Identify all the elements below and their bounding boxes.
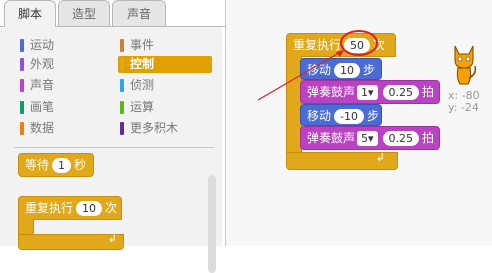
annotation-arrowhead	[336, 50, 344, 57]
annotation-arrow-line	[257, 49, 345, 101]
palette-repeat-foot: ↲	[18, 232, 124, 250]
category-swatch	[20, 58, 24, 71]
category-control[interactable]: 控制	[118, 56, 212, 73]
category-operators[interactable]: 运算	[118, 99, 212, 116]
category-swatch	[120, 101, 124, 114]
category-label: 更多积木	[130, 121, 179, 135]
block-unit: 秒	[74, 158, 87, 172]
category-label: 侦测	[130, 78, 155, 92]
tab-costumes[interactable]: 造型	[58, 0, 110, 26]
palette-repeat-arm	[18, 219, 34, 235]
sprite-cat-icon[interactable]	[449, 40, 479, 86]
annotation-overlay	[257, 30, 378, 101]
category-sound[interactable]: 声音	[18, 77, 108, 94]
category-swatch	[20, 101, 24, 114]
tab-scripts[interactable]: 脚本	[4, 0, 56, 27]
category-label: 运算	[130, 100, 155, 114]
category-label: 运动	[30, 38, 55, 52]
script-area[interactable]: 重复执行 50 次 ↲ 移动 10 步 弹奏鼓声 1▾ 0.25 拍 移动 -10 步 弹奏鼓声 5…	[225, 0, 492, 246]
tab-sounds[interactable]: 声音	[112, 0, 166, 26]
category-pen[interactable]: 画笔	[18, 99, 108, 116]
block-unit: 次	[105, 201, 118, 215]
category-label: 声音	[30, 78, 55, 92]
category-swatch	[20, 122, 24, 135]
category-motion[interactable]: 运动	[18, 37, 108, 54]
palette-repeat-block[interactable]: 重复执行 10 次	[18, 196, 122, 220]
category-label: 事件	[130, 38, 155, 52]
category-looks[interactable]: 外观	[18, 56, 108, 73]
category-swatch	[120, 122, 124, 135]
category-swatch	[120, 39, 124, 52]
category-swatch	[20, 79, 24, 92]
palette-scrollbar[interactable]	[208, 175, 216, 273]
category-more-blocks[interactable]: 更多积木	[118, 120, 212, 137]
category-label: 数据	[30, 121, 55, 135]
category-swatch	[120, 58, 124, 71]
category-label: 外观	[30, 57, 55, 71]
category-events[interactable]: 事件	[118, 37, 212, 54]
highlight-ellipse	[340, 30, 378, 56]
block-label: 等待	[25, 158, 50, 172]
palette-wait-block[interactable]: 等待 1 秒	[18, 153, 94, 177]
sprite-y-readout: y: -24	[448, 101, 479, 114]
category-data[interactable]: 数据	[18, 120, 108, 137]
block-label: 重复执行	[25, 201, 74, 215]
loop-arrow-icon: ↲	[107, 232, 117, 245]
block-palette: 运动 外观 声音 画笔 数据 事件 控制 侦测 运算 更多积木 等待 1 秒 重…	[0, 27, 222, 273]
category-label: 画笔	[30, 100, 55, 114]
category-label: 控制	[130, 57, 155, 71]
category-swatch	[120, 79, 124, 92]
repeat-count-input[interactable]: 10	[76, 201, 103, 216]
wait-seconds-input[interactable]: 1	[52, 158, 72, 173]
category-swatch	[20, 39, 24, 52]
category-sensing[interactable]: 侦测	[118, 77, 212, 94]
palette-divider	[14, 147, 214, 148]
